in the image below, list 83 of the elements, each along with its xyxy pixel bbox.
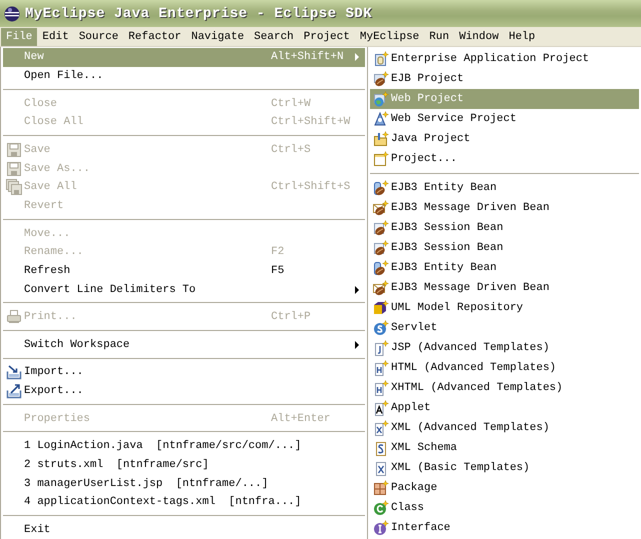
html-file-icon (373, 380, 389, 396)
menu-bar-item[interactable]: Navigate (186, 28, 250, 46)
menu-item[interactable]: Package (370, 478, 639, 498)
menu-item[interactable]: EJB3 Message Driven Bean (370, 278, 639, 298)
folder-icon (373, 131, 389, 147)
menu-item[interactable]: Web Service Project (370, 109, 639, 129)
menu-item[interactable]: 3 managerUserList.jsp [ntnframe/...] (3, 474, 365, 493)
eclipse-logo-icon (4, 6, 20, 22)
session-bean-icon (373, 220, 389, 236)
menu-item[interactable]: XML (Advanced Templates) (370, 418, 639, 438)
shortcut-text: Ctrl+W (271, 98, 312, 110)
shortcut-text: Alt+Enter (271, 412, 332, 425)
menu-bar-item[interactable]: MyEclipse (354, 28, 424, 46)
menu-bar-item[interactable]: Edit (37, 28, 74, 46)
menu-item[interactable]: UML Model Repository (370, 298, 639, 318)
servlet-icon (373, 320, 389, 336)
printer-icon (6, 309, 22, 326)
menu-bar-item[interactable]: Refactor (123, 28, 186, 46)
menu-item[interactable]: EJB3 Message Driven Bean (370, 198, 639, 218)
floppy-disks-icon (6, 179, 22, 196)
window-title: MyEclipse Java Enterprise - Eclipse SDK (25, 6, 372, 22)
menu-item[interactable]: EJB3 Session Bean (370, 238, 639, 258)
envelope-icon (373, 280, 389, 296)
menu-item[interactable]: Import... (3, 363, 365, 382)
menu-item[interactable]: EJB3 Entity Bean (370, 178, 639, 198)
menu-item[interactable]: XML Schema (370, 438, 639, 458)
application-project-icon (373, 51, 389, 67)
menu-item[interactable]: Applet (370, 398, 639, 418)
shortcut-text: Ctrl+Shift+W (271, 116, 352, 128)
menu-item[interactable]: Export... (3, 382, 365, 400)
menu-bar-item[interactable]: Help (504, 28, 540, 46)
menu-item[interactable]: Switch Workspace (3, 335, 365, 354)
menu-bar-item[interactable]: Window (454, 28, 504, 46)
menu-bar-item[interactable]: Search (249, 28, 299, 46)
interface-icon (373, 520, 389, 536)
xml-file-icon (373, 460, 389, 476)
menu-item[interactable]: HTML (Advanced Templates) (370, 358, 639, 378)
menu-item[interactable]: XHTML (Advanced Templates) (370, 378, 639, 398)
schema-file-icon (373, 440, 389, 456)
export-icon (6, 383, 22, 400)
globe-icon (373, 91, 389, 107)
menu-item[interactable]: Interface (370, 518, 639, 538)
menu-item[interactable]: Class (370, 498, 639, 518)
menu-item[interactable]: JSP (Advanced Templates) (370, 338, 639, 358)
menu-item[interactable]: 1 LoginAction.java [ntnframe/src/com/...] (3, 436, 365, 456)
shortcut-text: F2 (271, 246, 286, 258)
menu-item[interactable]: Open File... (3, 66, 365, 86)
menu-item[interactable]: EJB Project (370, 69, 639, 89)
menu-item[interactable]: EJB3 Entity Bean (370, 258, 639, 278)
menu-item[interactable]: Servlet (370, 318, 639, 338)
menu-item[interactable]: Convert Line Delimiters To (3, 280, 365, 300)
applet-file-icon (373, 400, 389, 416)
window-icon (373, 151, 389, 167)
menu-bar-item[interactable]: Run (424, 28, 454, 46)
menu-item[interactable]: Exit (3, 520, 365, 539)
cube-icon (373, 300, 389, 316)
jsp-file-icon (373, 340, 389, 356)
shortcut-text: F5 (271, 264, 286, 277)
menu-item[interactable]: 2 struts.xml [ntnframe/src] (3, 456, 365, 474)
menu-bar-item[interactable]: Project (298, 28, 355, 46)
shortcut-text: Ctrl+P (271, 311, 312, 324)
entity-bean-icon (373, 260, 389, 276)
import-icon (6, 364, 22, 380)
menu-item[interactable]: Project... (370, 149, 639, 169)
envelope-icon (373, 200, 389, 216)
bean-icon (373, 71, 389, 87)
xml-file-icon (373, 420, 389, 436)
menu-item[interactable]: XML (Basic Templates) (370, 458, 639, 478)
web-service-icon (373, 111, 389, 127)
menu-item[interactable]: Enterprise Application Project (370, 49, 639, 69)
package-icon (373, 480, 389, 496)
menu-bar-item[interactable]: Source (74, 28, 124, 46)
menu-item[interactable]: Java Project (370, 129, 639, 149)
shortcut-text: Ctrl+S (271, 144, 312, 156)
shortcut-text: Alt+Shift+N (271, 51, 345, 64)
entity-bean-icon (373, 180, 389, 196)
html-file-icon (373, 360, 389, 376)
class-icon (373, 500, 389, 516)
menu-item[interactable]: Refresh F5 (3, 262, 365, 280)
session-bean-icon (373, 240, 389, 256)
menu-item[interactable]: EJB3 Session Bean (370, 218, 639, 238)
shortcut-text: Ctrl+Shift+S (271, 181, 352, 194)
menu-item[interactable]: 4 applicationContext-tags.xml [ntnfra...] (3, 492, 365, 512)
